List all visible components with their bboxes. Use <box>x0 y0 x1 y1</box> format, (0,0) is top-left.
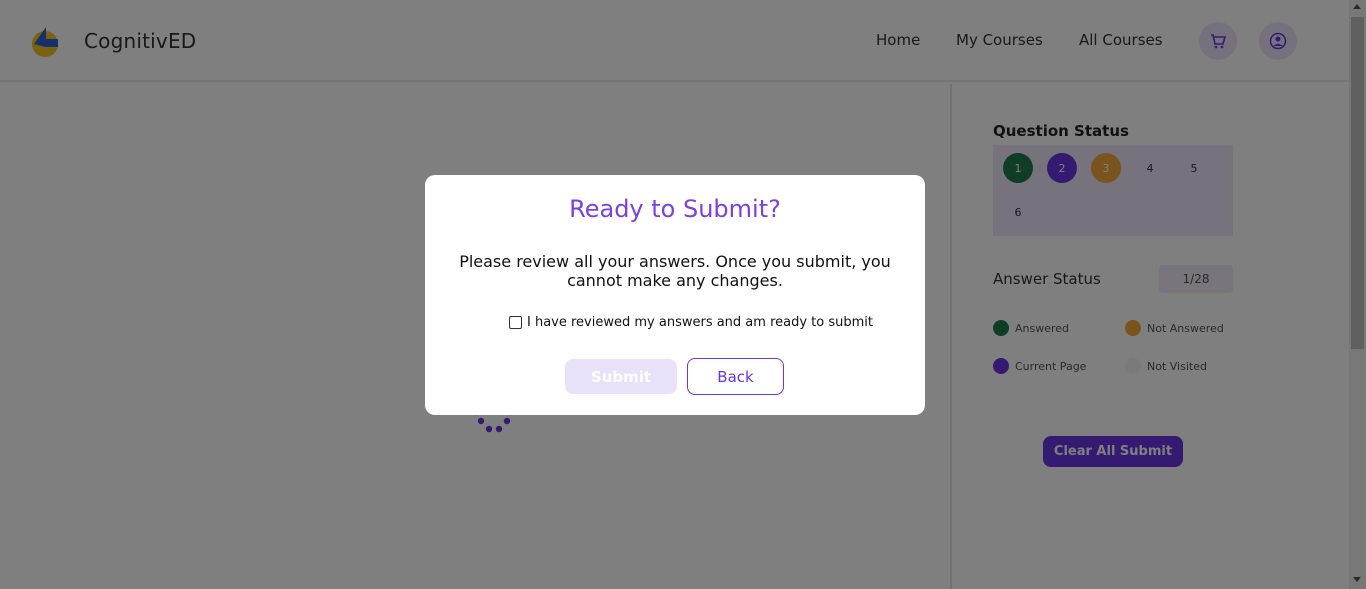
review-confirmation-label[interactable]: I have reviewed my answers and am ready … <box>527 315 873 330</box>
dialog-title: Ready to Submit? <box>569 195 781 223</box>
back-button[interactable]: Back <box>687 358 784 395</box>
dialog-message: Please review all your answers. Once you… <box>459 252 891 290</box>
review-confirmation-row[interactable]: I have reviewed my answers and am ready … <box>509 315 873 330</box>
submit-button[interactable]: Submit <box>565 359 677 394</box>
submit-confirmation-dialog: Ready to Submit? Please review all your … <box>425 175 925 415</box>
review-confirmation-checkbox[interactable] <box>509 316 522 329</box>
